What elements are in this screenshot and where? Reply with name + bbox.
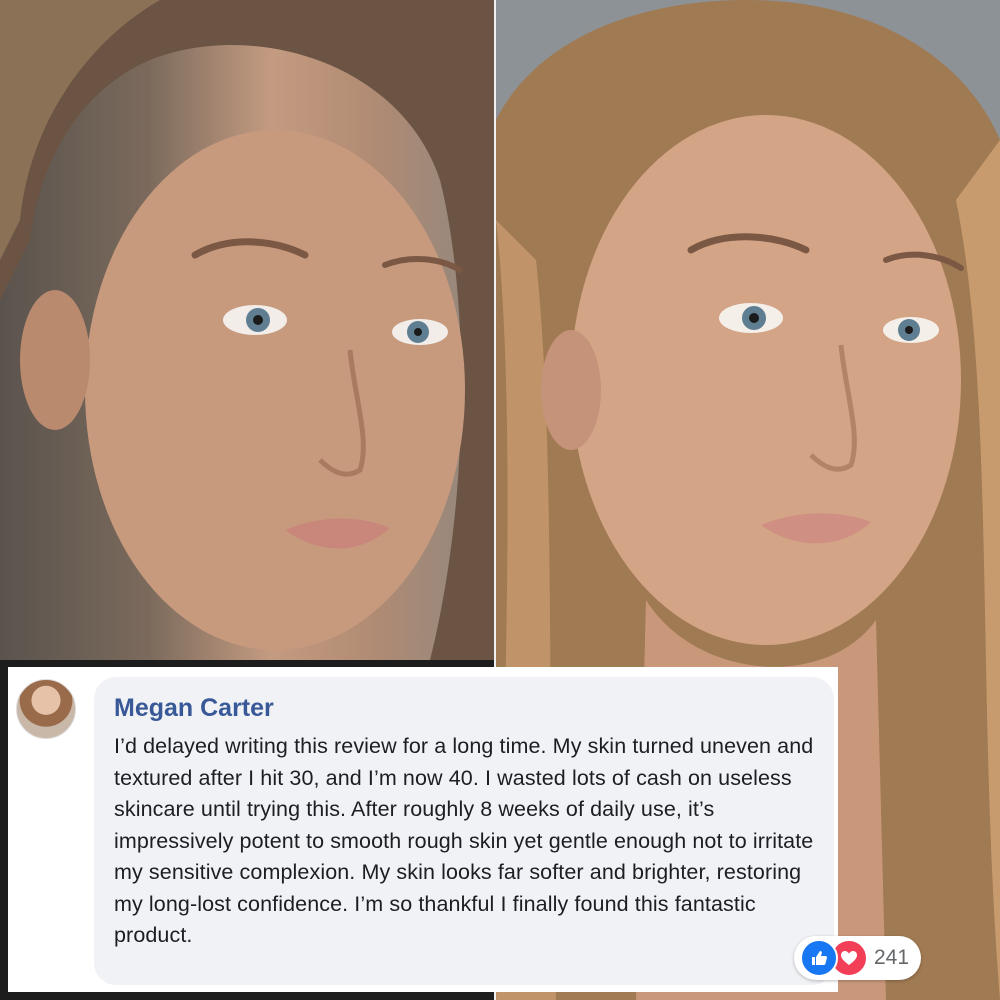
comment-card: Megan Carter I’d delayed writing this re… (8, 667, 922, 992)
comment-bubble: Megan Carter I’d delayed writing this re… (94, 677, 922, 985)
comment-text: I’d delayed writing this review for a lo… (114, 734, 814, 947)
reaction-summary[interactable]: 241 (794, 936, 922, 980)
reaction-count: 241 (874, 946, 910, 969)
author-name[interactable]: Megan Carter (114, 691, 814, 725)
avatar[interactable] (16, 679, 76, 739)
like-icon (800, 939, 838, 977)
